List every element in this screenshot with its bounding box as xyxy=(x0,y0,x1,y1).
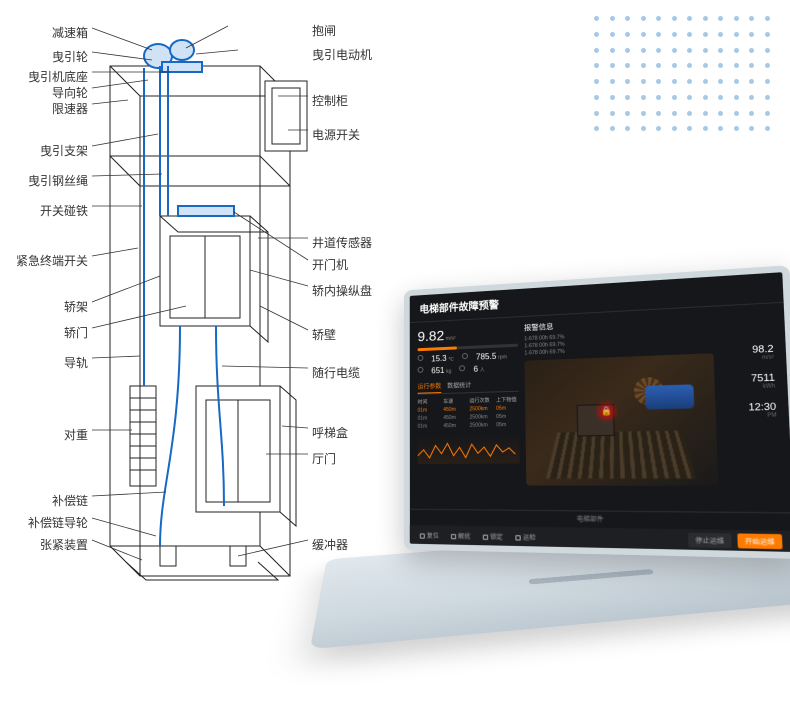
diagram-label: 控制柜 xyxy=(312,92,348,109)
tab-data-stats[interactable]: 数据统计 xyxy=(447,380,471,393)
metric-rpm: 785.5 xyxy=(476,352,497,362)
laptop-screen: 电梯部件故障预警 9.82 m/s² 15.3 ℃ 785.5 rpm 651 … xyxy=(404,265,790,559)
diagram-label: 轿架 xyxy=(64,298,88,315)
temp-icon xyxy=(418,355,424,361)
diagram-label: 减速箱 xyxy=(52,24,88,41)
diagram-label: 轿门 xyxy=(64,324,88,341)
lock-icon xyxy=(483,534,488,539)
footer-toolbar: 复位 解扰 锁定 运检 停止运维 开始运维 xyxy=(410,525,790,552)
inspect-icon xyxy=(515,535,520,540)
elevator-diagram: 减速箱曳引轮曳引机底座导向轮限速器曳引支架曳引钢丝绳开关碰铁紧急终端开关轿架轿门… xyxy=(10,6,400,606)
diagram-label: 导向轮 xyxy=(52,84,88,101)
sparkline-chart xyxy=(418,434,520,464)
diagram-label: 曳引机底座 xyxy=(28,68,88,85)
rpm-icon xyxy=(462,353,468,359)
data-table: 时间 车速 运行次数 上下物值 01m450m2500km05m 01m450m… xyxy=(418,396,520,430)
metric-people: 6 xyxy=(473,365,478,374)
diagram-label: 紧急终端开关 xyxy=(16,252,88,269)
diagram-label: 曳引支架 xyxy=(40,142,88,159)
main-metric-value: 9.82 xyxy=(418,327,445,344)
footer-lock-button[interactable]: 锁定 xyxy=(483,531,503,541)
footer-unlock-button[interactable]: 解扰 xyxy=(451,530,471,540)
diagram-label: 厅门 xyxy=(312,450,336,467)
people-icon xyxy=(459,365,465,371)
lock-icon: 🔒 xyxy=(601,406,612,416)
diagram-label: 呼梯盒 xyxy=(312,424,348,441)
metric-weight: 651 xyxy=(431,366,444,375)
laptop-mockup: 电梯部件故障预警 9.82 m/s² 15.3 ℃ 785.5 rpm 651 … xyxy=(378,282,790,702)
footer-inspect-button[interactable]: 运检 xyxy=(515,531,535,541)
right-metrics-column: 98.2m/s² 7511kWh 12:30PM xyxy=(719,310,783,510)
diagram-label: 补偿链导轮 xyxy=(28,514,88,531)
diagram-label: 抱闸 xyxy=(312,22,336,39)
diagram-label: 曳引轮 xyxy=(52,48,88,65)
tab-running-params[interactable]: 运行参数 xyxy=(418,381,442,394)
diagram-label: 曳引钢丝绳 xyxy=(28,172,88,189)
progress-bar xyxy=(418,344,519,352)
diagram-label: 曳引电动机 xyxy=(312,46,372,63)
weight-icon xyxy=(418,367,424,373)
diagram-label: 缓冲器 xyxy=(312,536,348,553)
diagram-label: 电源开关 xyxy=(312,126,360,143)
metric-temp: 15.3 xyxy=(431,354,446,364)
footer-reset-button[interactable]: 复位 xyxy=(420,530,439,540)
diagram-label: 开门机 xyxy=(312,256,348,273)
diagram-label: 张紧装置 xyxy=(40,536,88,553)
unlock-icon xyxy=(451,533,456,538)
diagram-label: 补偿链 xyxy=(52,492,88,509)
stop-maintenance-button[interactable]: 停止运维 xyxy=(688,532,732,548)
diagram-label: 井道传感器 xyxy=(312,234,372,251)
start-maintenance-button[interactable]: 开始运维 xyxy=(737,533,782,549)
diagram-label: 限速器 xyxy=(52,100,88,117)
diagram-label: 对重 xyxy=(64,426,88,443)
diagram-label: 轿内操纵盘 xyxy=(312,282,372,299)
main-metric-unit: m/s² xyxy=(446,336,456,342)
elevator-3d-render: 🔒 xyxy=(525,353,719,486)
decorative-dot-grid xyxy=(594,16,774,136)
left-metrics-column: 9.82 m/s² 15.3 ℃ 785.5 rpm 651 kg 6 人 运行… xyxy=(418,323,521,507)
diagram-label: 轿壁 xyxy=(312,326,336,343)
sync-icon xyxy=(420,533,425,538)
mid-label: 电梯部件 xyxy=(577,517,604,524)
diagram-label: 随行电缆 xyxy=(312,364,360,381)
dashboard-title: 电梯部件故障预警 xyxy=(419,296,499,316)
diagram-label: 导轨 xyxy=(64,354,88,371)
data-tabs: 运行参数 数据统计 xyxy=(418,378,519,394)
diagram-label: 开关碰铁 xyxy=(40,202,88,219)
